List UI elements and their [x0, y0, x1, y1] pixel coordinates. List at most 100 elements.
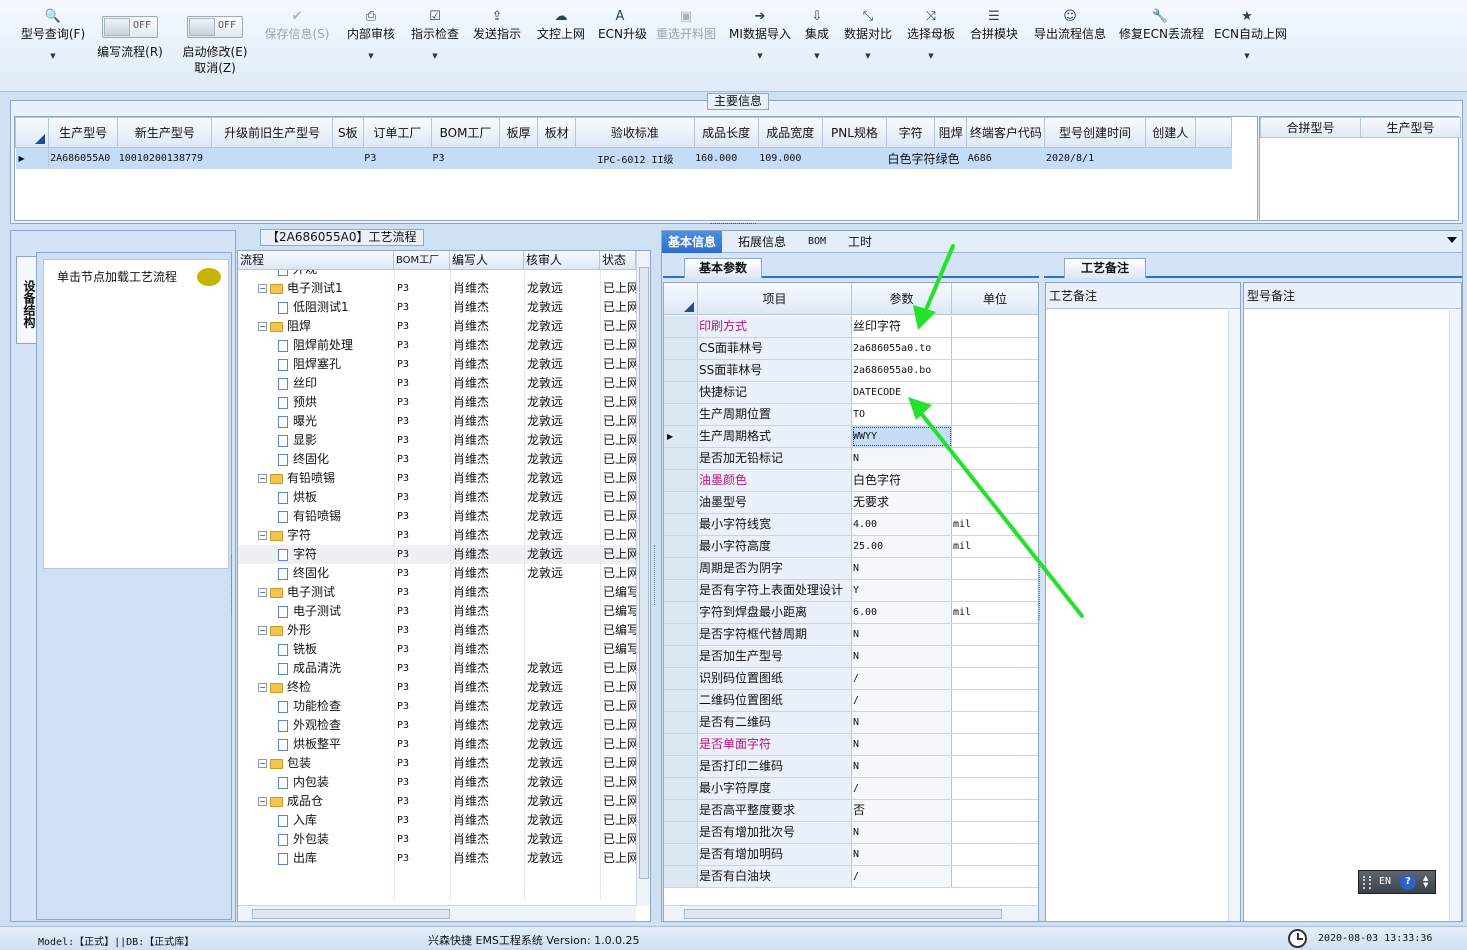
param-row[interactable]: 最小字符高度 25.00 mil	[664, 536, 1038, 558]
process-bom-cell[interactable]: P3	[397, 450, 450, 469]
process-status-cell[interactable]: 已上网	[603, 830, 636, 849]
process-status-cell[interactable]: 已上网	[603, 507, 636, 526]
toolbar-button-0[interactable]: 🔍 型号查询(F) ▼	[18, 8, 88, 88]
detail-tab[interactable]: 基本信息	[662, 231, 723, 253]
notes-vscroll[interactable]	[1228, 310, 1240, 921]
param-value[interactable]: 6.00	[852, 602, 952, 623]
row-selector[interactable]	[664, 756, 698, 777]
hint-box[interactable]: 单击节点加载工艺流程	[43, 259, 229, 569]
param-row[interactable]: 二维码位置图纸 /	[664, 690, 1038, 712]
param-row[interactable]: 识别码位置图纸 /	[664, 668, 1038, 690]
param-value[interactable]: N	[852, 624, 952, 645]
process-col-header[interactable]: 状态	[600, 251, 636, 270]
process-bom-cell[interactable]: P3	[397, 526, 450, 545]
main-cell[interactable]: A686	[967, 148, 1045, 169]
toolbar-button-16[interactable]: 🔧 修复ECN丢流程	[1119, 8, 1204, 88]
toolbar-button-17[interactable]: ★ ECN自动上网 ▼	[1214, 8, 1287, 88]
main-col-header[interactable]: 成品长度	[693, 117, 759, 148]
collapse-icon[interactable]: −	[258, 284, 267, 293]
process-reviewer-cell[interactable]: 龙敦远	[527, 754, 600, 773]
process-writer-cell[interactable]: 肖维杰	[453, 298, 524, 317]
grid-corner[interactable]	[14, 117, 50, 148]
collapse-handle-right[interactable]	[1039, 560, 1044, 620]
param-value[interactable]: /	[852, 866, 952, 887]
main-col-header[interactable]: PNL规格	[821, 117, 888, 148]
process-writer-cell[interactable]: 肖维杰	[453, 602, 524, 621]
main-cell[interactable]: 2020/8/1	[1045, 148, 1145, 169]
chevron-down-icon[interactable]: ▼	[906, 52, 956, 60]
param-row[interactable]: 是否有二维码 N	[664, 712, 1038, 734]
main-cell[interactable]: 10010200138779	[118, 148, 212, 169]
process-bom-cell[interactable]: P3	[397, 583, 450, 602]
process-reviewer-cell[interactable]: 龙敦远	[527, 507, 600, 526]
row-selector[interactable]	[664, 316, 698, 337]
process-row[interactable]: 终固化 P3 肖维杰 龙敦远 已上网	[238, 450, 636, 469]
process-bom-cell[interactable]: P3	[397, 621, 450, 640]
toolbar-button-1[interactable]: OFF 编写流程(R)	[95, 8, 165, 88]
param-row[interactable]: 是否有字符上表面处理设计 Y	[664, 580, 1038, 602]
process-node[interactable]: 内包装	[278, 773, 394, 792]
process-writer-cell[interactable]: 肖维杰	[453, 773, 524, 792]
param-value[interactable]: 2a686055a0.to	[852, 338, 952, 359]
row-selector[interactable]	[664, 338, 698, 359]
process-reviewer-cell[interactable]: 龙敦远	[527, 412, 600, 431]
process-reviewer-cell[interactable]: 龙敦远	[527, 849, 600, 868]
process-row[interactable]: 功能检查 P3 肖维杰 龙敦远 已上网	[238, 697, 636, 716]
process-col-header[interactable]: BOM工厂	[394, 251, 450, 270]
process-bom-cell[interactable]: P3	[397, 678, 450, 697]
main-cell[interactable]: 160.000	[694, 148, 758, 169]
param-value[interactable]: N	[852, 734, 952, 755]
param-value[interactable]: 4.00	[852, 514, 952, 535]
hscroll-thumb[interactable]	[684, 909, 1002, 919]
process-row[interactable]: 外观检查 P3 肖维杰 龙敦远 已上网	[238, 716, 636, 735]
process-node[interactable]: − 阻焊	[258, 317, 394, 336]
param-row[interactable]: 是否字符框代替周期 N	[664, 624, 1038, 646]
process-row[interactable]: − 成品仓 P3 肖维杰 龙敦远 已上网	[238, 792, 636, 811]
process-bom-cell[interactable]: P3	[397, 659, 450, 678]
process-reviewer-cell[interactable]: 龙敦远	[527, 336, 600, 355]
row-selector[interactable]	[664, 800, 698, 821]
param-value[interactable]: /	[852, 778, 952, 799]
process-row[interactable]: 丝印 P3 肖维杰 龙敦远 已上网	[238, 374, 636, 393]
off-toggle[interactable]: OFF	[102, 16, 158, 38]
process-row[interactable]: − 阻焊 P3 肖维杰 龙敦远 已上网	[238, 317, 636, 336]
process-reviewer-cell[interactable]: 龙敦远	[527, 279, 600, 298]
toolbar-button-11[interactable]: ⇩ 集成 ▼	[805, 8, 829, 88]
process-col-header[interactable]: 核审人	[524, 251, 600, 270]
subtab-basic-params[interactable]: 基本参数	[684, 258, 762, 278]
main-cell[interactable]	[1145, 148, 1195, 169]
process-writer-cell[interactable]: 肖维杰	[453, 431, 524, 450]
process-status-cell[interactable]: 已上网	[603, 792, 636, 811]
row-selector[interactable]	[664, 646, 698, 667]
process-reviewer-cell[interactable]: 龙敦远	[527, 659, 600, 678]
process-writer-cell[interactable]: 肖维杰	[453, 659, 524, 678]
process-reviewer-cell[interactable]: 龙敦远	[527, 469, 600, 488]
row-selector[interactable]	[664, 514, 698, 535]
param-row[interactable]: 是否有增加批次号 N	[664, 822, 1038, 844]
param-value[interactable]: N	[852, 844, 952, 865]
process-node[interactable]: 铣板	[278, 640, 394, 659]
process-reviewer-cell[interactable]: 龙敦远	[527, 298, 600, 317]
process-node[interactable]: − 字符	[258, 526, 394, 545]
process-node[interactable]: 预烘	[278, 393, 394, 412]
process-status-cell[interactable]: 已上网	[603, 298, 636, 317]
param-row[interactable]: SS面菲林号 2a686055a0.bo	[664, 360, 1038, 382]
param-row[interactable]: ▶ 生产周期格式 WWYY	[664, 426, 1038, 448]
process-status-cell[interactable]: 已编写	[603, 583, 636, 602]
row-selector[interactable]	[664, 734, 698, 755]
process-writer-cell[interactable]: 肖维杰	[453, 526, 524, 545]
process-node[interactable]: 曝光	[278, 412, 394, 431]
param-value[interactable]: N	[852, 558, 952, 579]
main-col-header[interactable]: 新生产型号	[117, 117, 213, 148]
param-value[interactable]: 25.00	[852, 536, 952, 557]
process-status-cell[interactable]: 已上网	[603, 545, 636, 564]
process-reviewer-cell[interactable]: 龙敦远	[527, 393, 600, 412]
param-value[interactable]: 白色字符	[852, 470, 952, 491]
process-reviewer-cell[interactable]: 龙敦远	[527, 811, 600, 830]
toolbar-button-12[interactable]: ⤡ 数据对比 ▼	[843, 8, 893, 88]
process-row[interactable]: 曝光 P3 肖维杰 龙敦远 已上网	[238, 412, 636, 431]
param-value[interactable]: DATECODE	[852, 382, 952, 403]
collapse-icon[interactable]: −	[258, 588, 267, 597]
process-writer-cell[interactable]: 肖维杰	[453, 336, 524, 355]
param-row[interactable]: 油墨型号 无要求	[664, 492, 1038, 514]
